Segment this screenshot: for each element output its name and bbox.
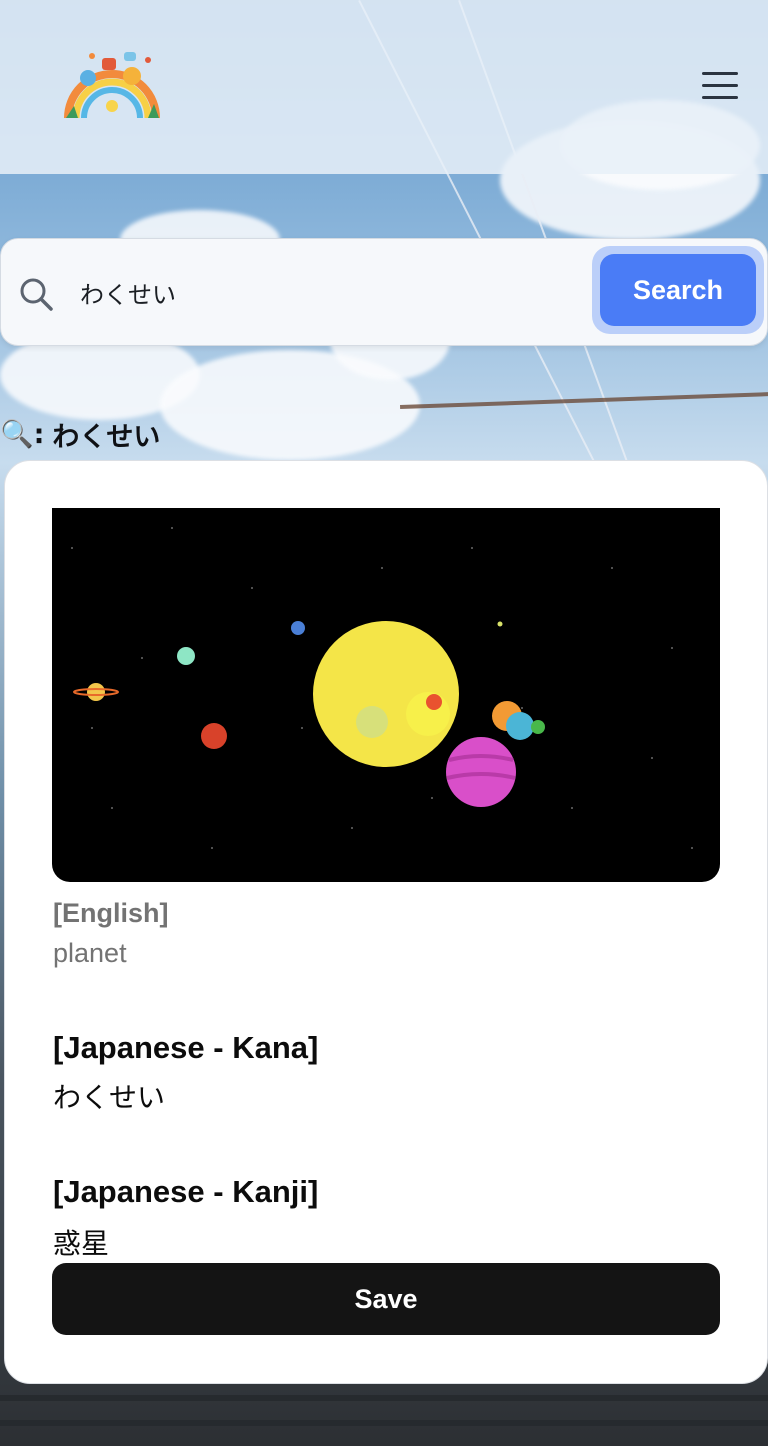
- kanji-heading: [Japanese - Kanji]: [53, 1174, 319, 1209]
- search-icon: [18, 276, 54, 312]
- solar-system-illustration: [52, 508, 720, 882]
- save-button[interactable]: Save: [52, 1263, 720, 1335]
- query-prefix: 🔍:: [0, 419, 45, 450]
- rainbow-characters-logo-icon[interactable]: [64, 48, 160, 120]
- kanji-value: 惑星: [53, 1227, 110, 1260]
- search-input[interactable]: [78, 270, 582, 314]
- top-header: [0, 0, 768, 174]
- query-label: 🔍: わくせい: [0, 414, 160, 454]
- kana-value: わくせい: [53, 1081, 166, 1114]
- english-heading: [English]: [53, 898, 169, 928]
- hamburger-menu-icon[interactable]: [700, 72, 740, 100]
- search-button[interactable]: Search: [600, 254, 756, 326]
- query-term: わくせい: [52, 421, 161, 453]
- kana-heading: [Japanese - Kana]: [53, 1030, 319, 1065]
- english-value: planet: [53, 938, 127, 968]
